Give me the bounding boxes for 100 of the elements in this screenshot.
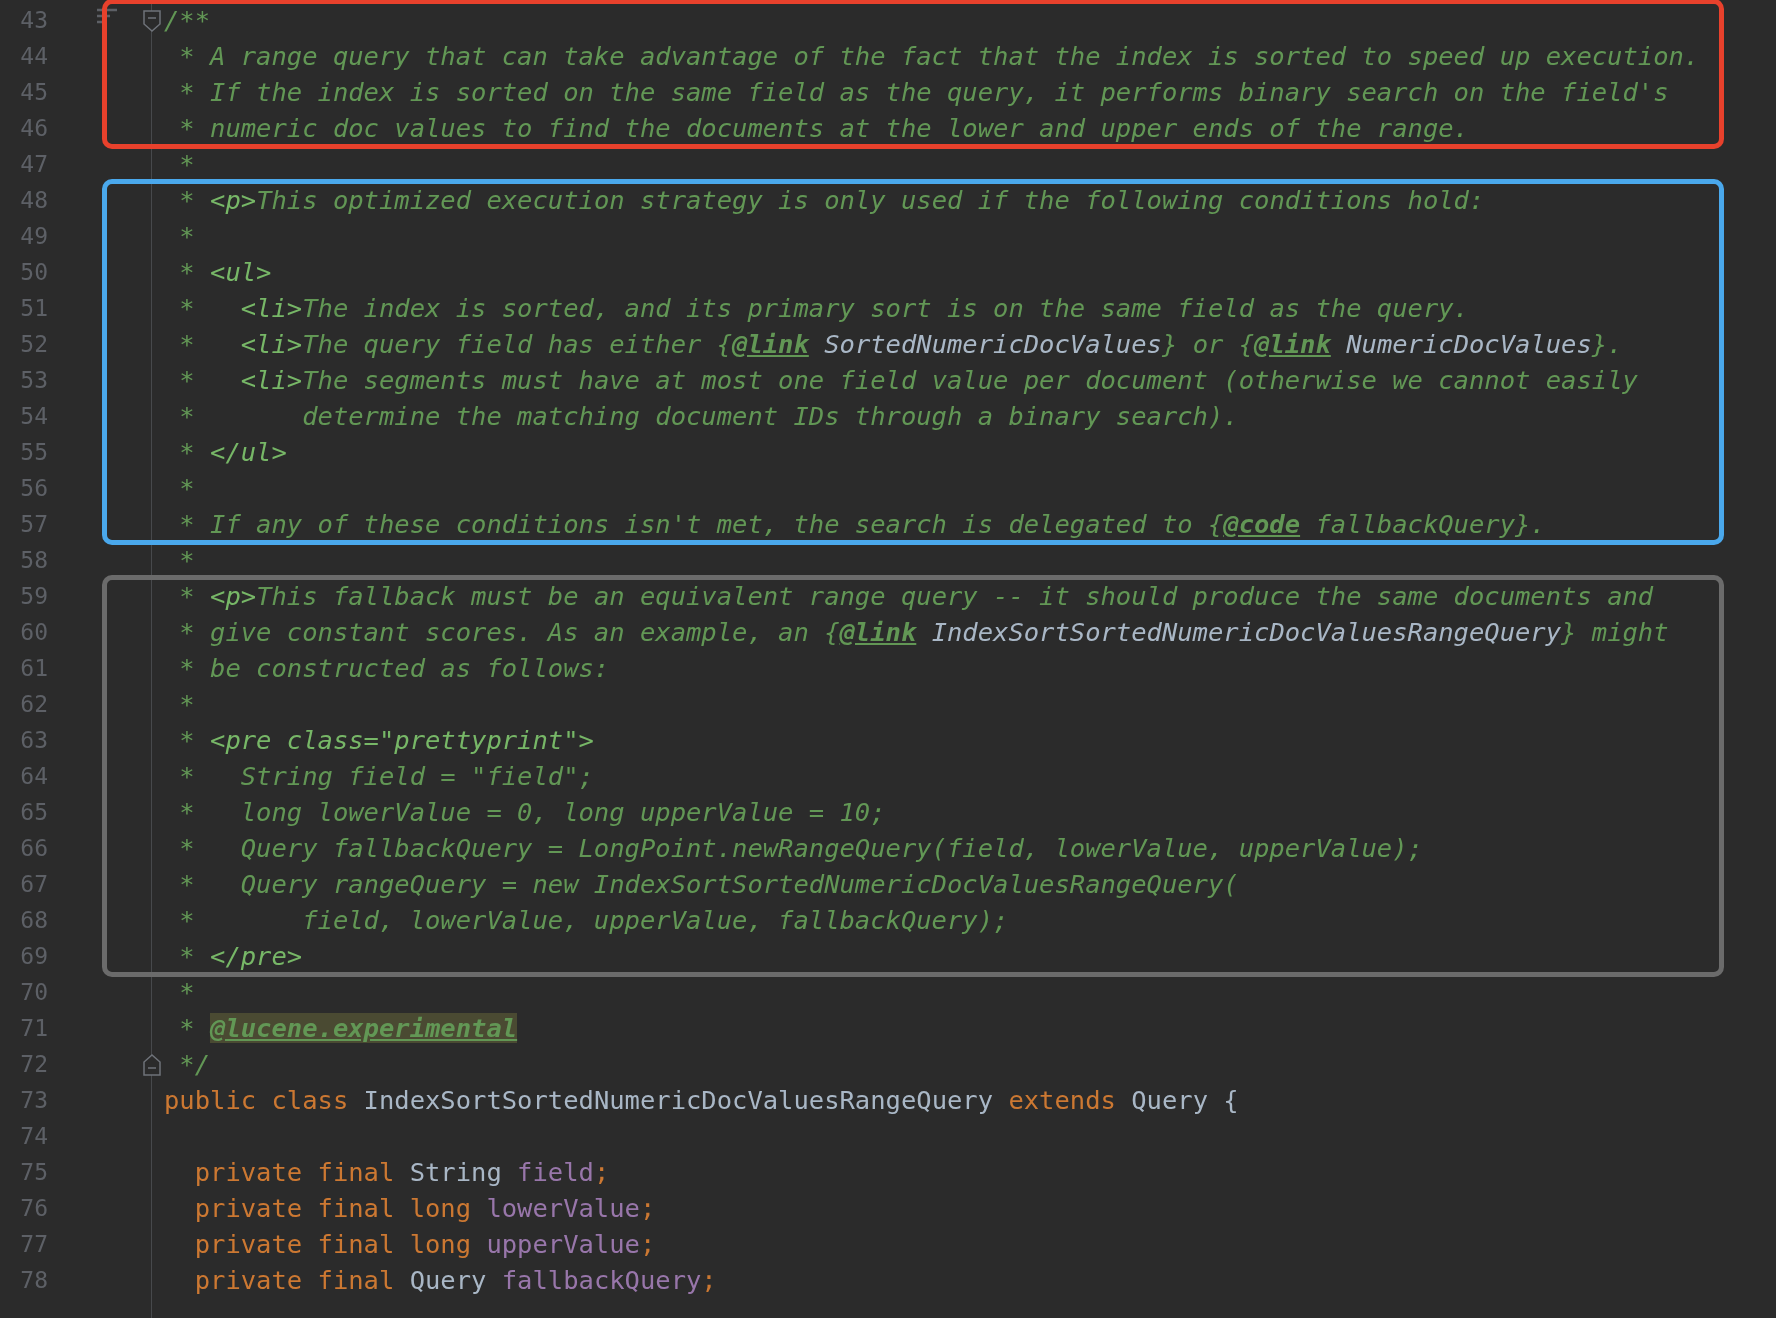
comment-text: /** <box>164 5 211 35</box>
line-number: 45 <box>19 79 48 105</box>
comment-text: * If any of these conditions isn't met, the search is delegated to { <box>178 509 1224 539</box>
fold-icon[interactable] <box>143 10 161 32</box>
line-number: 77 <box>19 1231 48 1257</box>
fold-icon[interactable] <box>143 1054 161 1076</box>
class-reference-text: IndexSortSortedNumericDocValuesRangeQuery <box>930 617 1562 647</box>
keyword-text: extends <box>1008 1085 1117 1115</box>
comment-text: * determine the matching document IDs through a binary search). <box>178 401 1239 431</box>
line-number: 44 <box>19 43 48 69</box>
keyword-text: public class <box>164 1085 350 1115</box>
comment-text: This optimized execution strategy is only used if the following conditions hold: <box>256 185 1485 215</box>
html-tag-text: </ul> <box>210 437 287 467</box>
line-number: 60 <box>19 619 48 645</box>
comment-text: * String field = "field"; <box>178 761 594 791</box>
line-number: 49 <box>19 223 48 249</box>
line-number: 69 <box>19 943 48 969</box>
line-number: 78 <box>19 1267 48 1293</box>
comment-text: * give constant scores. As an example, an { <box>178 617 840 647</box>
identifier-text: String <box>409 1157 503 1187</box>
line-number: 57 <box>19 511 48 537</box>
line-number: 47 <box>19 151 48 177</box>
comment-text: * <box>178 365 196 395</box>
html-tag-text: <li> <box>240 365 303 395</box>
line-number: 56 <box>19 475 48 501</box>
comment-text: * Query fallbackQuery = LongPoint.newRangeQuery(field, lowerValue, upperValue); <box>178 833 1423 863</box>
identifier-text: Query <box>409 1265 488 1295</box>
keyword-text: ; <box>593 1157 610 1187</box>
doc-tag-text: @link <box>1254 329 1331 359</box>
line-number: 63 <box>19 727 48 753</box>
keyword-text: ; <box>639 1193 656 1223</box>
keyword-text: private final long <box>193 1229 473 1259</box>
line-number: 72 <box>19 1051 48 1077</box>
doc-tag-text: @link <box>839 617 917 647</box>
field-name-text: field <box>517 1157 594 1187</box>
comment-text: * <box>178 293 196 323</box>
comment-text: * If the index is sorted on the same field as the query, it performs binary search on the field's <box>178 77 1669 107</box>
comment-text: * Query rangeQuery = new IndexSortSortedNumericDocValuesRangeQuery( <box>178 869 1239 899</box>
line-number: 59 <box>19 583 48 609</box>
html-tag-text: <li> <box>240 329 303 359</box>
comment-text: * <box>178 1013 196 1043</box>
line-number: 61 <box>19 655 48 681</box>
comment-text: * <box>178 725 196 755</box>
comment-text: This fallback must be an equivalent range query -- it should produce the same documents and <box>256 581 1654 611</box>
comment-text: * numeric doc values to find the documents at the lower and upper ends of the range. <box>178 113 1469 143</box>
comment-text: * <box>178 257 196 287</box>
reader-mode-icon[interactable] <box>96 8 118 24</box>
keyword-text: private final long <box>193 1193 473 1223</box>
field-name-text: upperValue <box>486 1229 640 1259</box>
comment-text: * <box>178 689 195 719</box>
comment-text: The query field has either { <box>302 329 733 359</box>
field-name-text: lowerValue <box>486 1193 640 1223</box>
line-number: 67 <box>19 871 48 897</box>
line-number: 66 <box>19 835 48 861</box>
comment-text: * <box>178 221 195 251</box>
comment-text: * <box>178 941 196 971</box>
html-tag-text: </pre> <box>210 941 303 971</box>
line-number: 62 <box>19 691 48 717</box>
html-tag-text: <ul> <box>210 257 272 287</box>
comment-text: The index is sorted, and its primary sort is on the same field as the query. <box>302 293 1469 323</box>
line-number: 70 <box>19 979 48 1005</box>
line-number: 55 <box>19 439 48 465</box>
line-number: 48 <box>19 187 48 213</box>
identifier-text: IndexSortSortedNumericDocValuesRangeQuery <box>363 1085 995 1115</box>
field-name-text: fallbackQuery <box>501 1265 702 1295</box>
class-reference-text: SortedNumericDocValues <box>823 329 1162 359</box>
identifier-text: Query { <box>1131 1085 1239 1115</box>
line-number: 64 <box>19 763 48 789</box>
comment-text: fallbackQuery}. <box>1314 509 1546 539</box>
line-number: 52 <box>19 331 48 357</box>
html-tag-text: <pre class="prettyprint"> <box>210 725 594 755</box>
comment-text: * <box>178 149 195 179</box>
keyword-text: private final <box>193 1265 396 1295</box>
line-number: 65 <box>19 799 48 825</box>
comment-text: * <box>178 437 196 467</box>
keyword-text: private final <box>193 1157 396 1187</box>
line-number: 73 <box>19 1087 48 1113</box>
comment-text: * <box>178 329 196 359</box>
line-number: 54 <box>19 403 48 429</box>
comment-text: * <box>178 185 196 215</box>
line-number: 68 <box>19 907 48 933</box>
comment-text: * A range query that can take advantage of the fact that the index is sorted to speed up execution. <box>178 41 1700 71</box>
line-number: 51 <box>19 295 48 321</box>
comment-text: * <box>178 581 196 611</box>
class-reference-text: NumericDocValues <box>1345 329 1592 359</box>
comment-text: } or { <box>1161 329 1255 359</box>
line-number: 58 <box>19 547 48 573</box>
line-number: 43 <box>19 7 48 33</box>
doc-tag-text: @link <box>732 329 809 359</box>
line-number: 46 <box>19 115 48 141</box>
comment-text: */ <box>178 1049 211 1079</box>
keyword-text: ; <box>639 1229 656 1259</box>
comment-text: * long lowerValue = 0, long upperValue = 10; <box>178 797 886 827</box>
line-number: 53 <box>19 367 48 393</box>
comment-text: The segments must have at most one field value per document (otherwise we cannot easily <box>302 365 1638 395</box>
line-number: 74 <box>19 1123 48 1149</box>
comment-text: * <box>178 545 195 575</box>
html-tag-text: <p> <box>210 581 257 611</box>
comment-text: * <box>178 977 195 1007</box>
comment-text: * <box>178 473 195 503</box>
